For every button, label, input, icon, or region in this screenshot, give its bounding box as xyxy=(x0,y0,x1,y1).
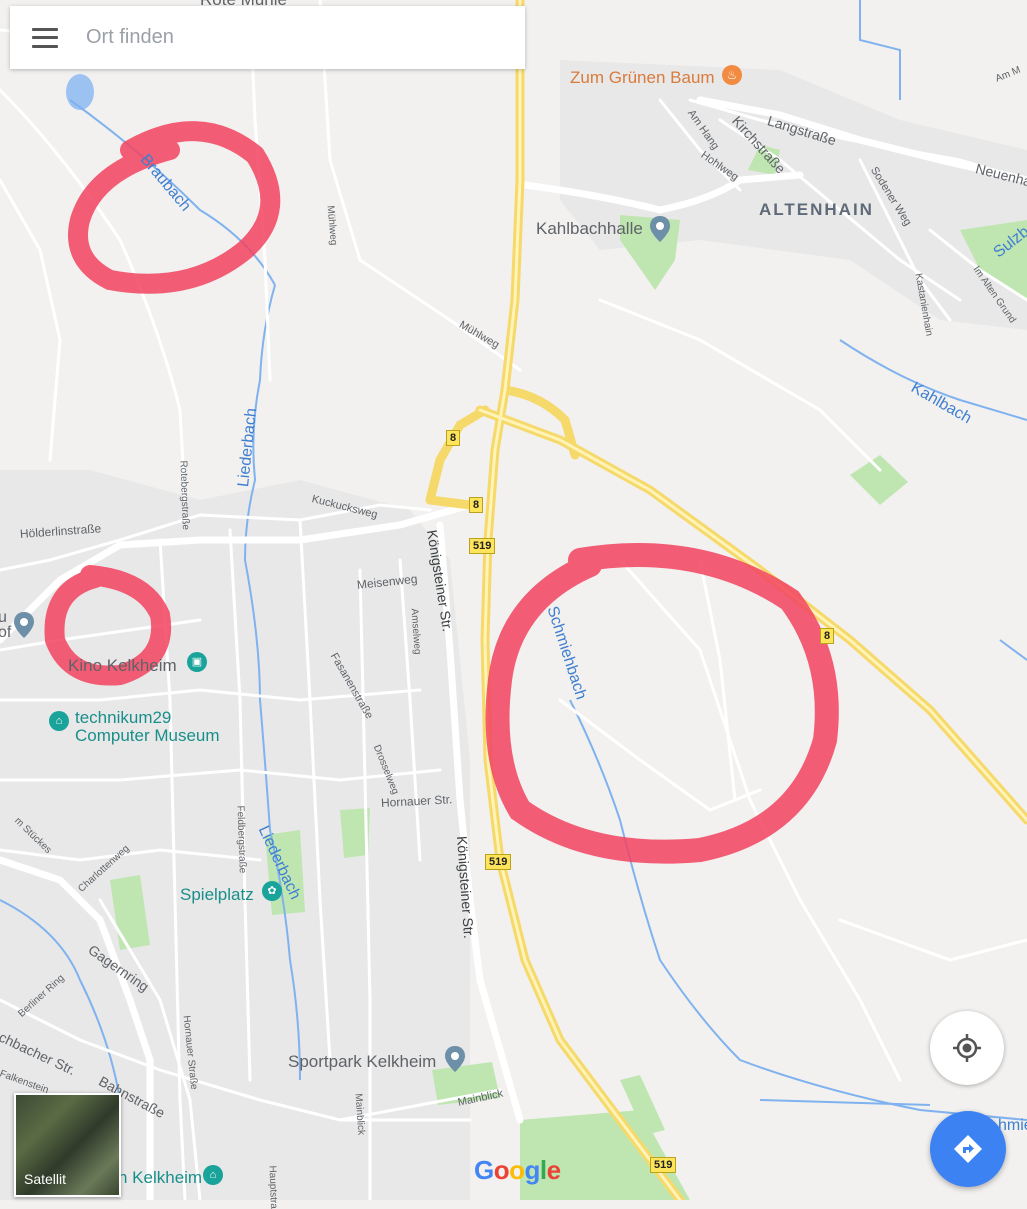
satellite-label: Satellit xyxy=(24,1171,67,1187)
street-label: Hauptstra xyxy=(266,1165,280,1209)
search-input[interactable] xyxy=(84,25,508,50)
poi-label-sportpark[interactable]: Sportpark Kelkheim xyxy=(288,1052,436,1072)
directions-button[interactable] xyxy=(930,1111,1006,1187)
map-pin-icon[interactable] xyxy=(650,216,670,242)
google-logo-letter: o xyxy=(509,1155,525,1185)
poi-label-spielplatz[interactable]: Spielplatz xyxy=(180,885,254,905)
poi-label-museum-line2[interactable]: Computer Museum xyxy=(75,726,220,746)
route-shield-b8: 8 xyxy=(469,497,484,513)
hamburger-menu-icon[interactable] xyxy=(32,27,58,48)
directions-icon xyxy=(954,1135,982,1163)
route-shield-b8: 8 xyxy=(820,628,835,644)
town-label-altenhain: ALTENHAIN xyxy=(759,200,874,219)
route-shield-b8: 8 xyxy=(446,430,461,446)
poi-label-cut-left: u of xyxy=(0,609,12,641)
poi-label-kelkheim-bottom[interactable]: n Kelkheim xyxy=(118,1168,202,1188)
poi-label-zum-gruenen-baum[interactable]: Zum Grünen Baum xyxy=(570,68,715,88)
google-logo-letter: G xyxy=(474,1155,494,1185)
route-shield-b519: 519 xyxy=(469,538,496,554)
satellite-layer-button[interactable]: Satellit xyxy=(14,1093,121,1197)
poi-label-museum-line1[interactable]: technikum29 xyxy=(75,708,171,728)
museum-icon[interactable]: ⌂ xyxy=(49,711,69,731)
museum-icon[interactable]: ⌂ xyxy=(203,1165,223,1185)
my-location-button[interactable] xyxy=(930,1011,1004,1085)
map-pin-icon[interactable] xyxy=(445,1046,465,1072)
route-shield-b519: 519 xyxy=(650,1157,677,1173)
google-logo-letter: l xyxy=(539,1155,547,1185)
annotation-circle-schmiehbach xyxy=(485,543,839,864)
google-logo-letter: g xyxy=(524,1155,541,1185)
google-logo: Google xyxy=(474,1155,561,1186)
theater-icon[interactable]: ▣ xyxy=(187,652,207,672)
my-location-icon xyxy=(953,1034,981,1062)
fork-knife-icon[interactable]: ♨ xyxy=(722,65,742,85)
google-logo-letter: e xyxy=(546,1155,561,1185)
map-pin-icon[interactable] xyxy=(14,612,34,638)
search-bar xyxy=(10,6,525,69)
google-logo-letter: o xyxy=(493,1155,510,1185)
street-label: Feldbergstraße xyxy=(234,805,248,874)
route-shield-b519: 519 xyxy=(485,854,512,870)
poi-label-kino-kelkheim[interactable]: Kino Kelkheim xyxy=(68,656,177,676)
poi-label-kahlbachhalle[interactable]: Kahlbachhalle xyxy=(536,219,643,239)
